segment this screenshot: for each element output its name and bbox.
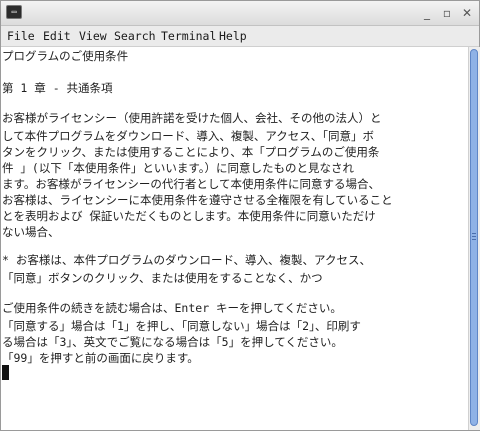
thumb-grip-line (472, 239, 476, 240)
menu-terminal[interactable]: Terminal (161, 28, 216, 44)
terminal-line: プログラムのご使用条件 (2, 49, 129, 63)
menu-help[interactable]: Help (219, 28, 247, 44)
thumb-grip-line (472, 236, 476, 237)
terminal-line: 第 1 章 - 共通条項 (2, 81, 113, 95)
menu-bar: File Edit View Search Terminal Help (1, 26, 479, 47)
close-button[interactable]: ✕ (459, 5, 475, 21)
terminal-line: 「同意」ボタンのクリック、または使用をすることなく、かつ (2, 271, 323, 285)
scrollbar-thumb[interactable] (470, 49, 478, 426)
maximize-button[interactable]: ▫ (439, 5, 455, 21)
title-bar[interactable]: ▭ _ ▫ ✕ (1, 1, 479, 26)
thumb-grip-line (472, 233, 476, 234)
minimize-button[interactable]: _ (419, 5, 435, 21)
terminal-line: 「99」を押すと前の画面に戻ります。 (2, 351, 199, 365)
terminal-window: ▭ _ ▫ ✕ File Edit View Search Terminal H… (0, 0, 480, 431)
terminal-line: ない場合、 (2, 225, 60, 239)
terminal-output[interactable]: プログラムのご使用条件 第 1 章 - 共通条項 お客様がライセンシー（使用許諾… (1, 47, 467, 430)
menu-edit[interactable]: Edit (43, 28, 71, 44)
menu-file[interactable]: File (7, 28, 35, 44)
terminal-line: お客様がライセンシー（使用許諾を受けた個人、会社、その他の法人）と (2, 111, 382, 125)
text-cursor (2, 365, 9, 380)
menu-search[interactable]: Search (114, 28, 156, 44)
terminal-line: ご使用条件の続きを読む場合は、Enter キーを押してください。 (2, 301, 342, 315)
vertical-scrollbar[interactable] (468, 47, 480, 430)
menu-view[interactable]: View (79, 28, 107, 44)
terminal-line: * お客様は、本件プログラムのダウンロード、導入、複製、アクセス、 (2, 253, 371, 267)
terminal-icon[interactable]: ▭ (6, 5, 22, 19)
